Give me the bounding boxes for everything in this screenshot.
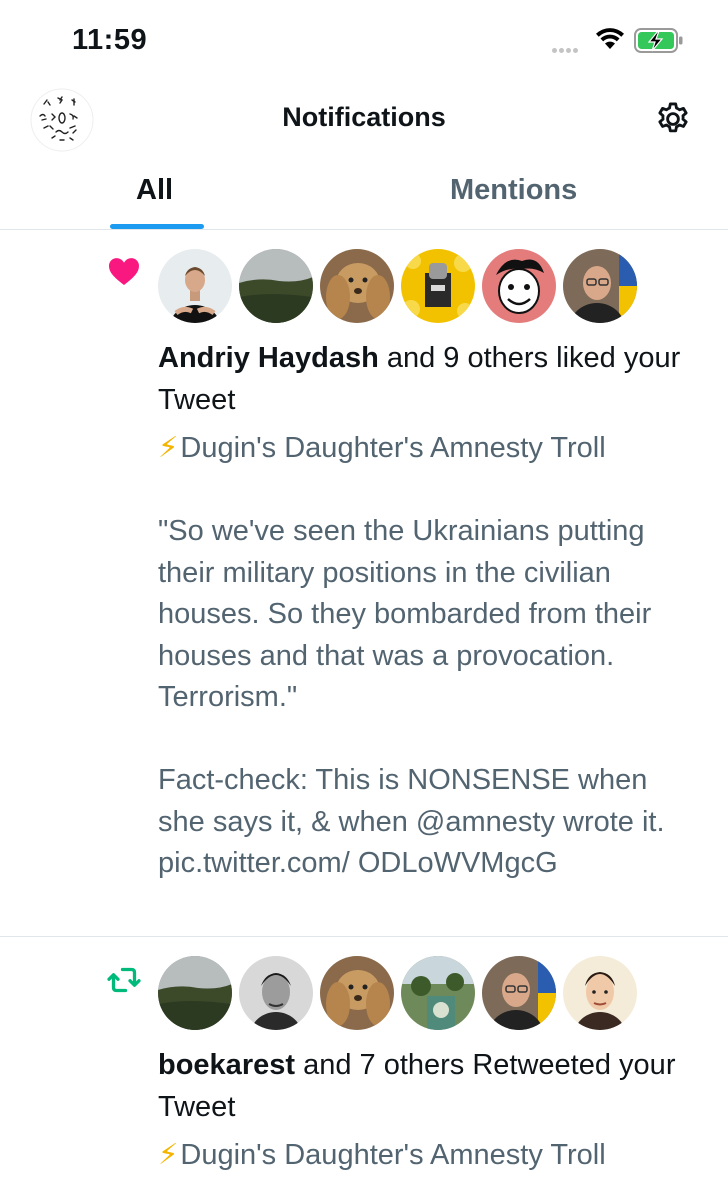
- tab-mentions[interactable]: Mentions: [450, 174, 577, 207]
- avatar[interactable]: [401, 249, 475, 323]
- page-title: Notifications: [282, 102, 446, 132]
- avatar[interactable]: [320, 956, 394, 1030]
- avatar[interactable]: [563, 249, 637, 323]
- tweet-title-text: Dugin's Daughter's Amnesty Troll: [180, 432, 606, 464]
- gear-icon[interactable]: [654, 100, 692, 138]
- actor-name[interactable]: boekarest: [158, 1049, 295, 1081]
- notification-item-retweet[interactable]: boekarest and 7 others Retweeted your Tw…: [0, 938, 728, 1200]
- tweet-title[interactable]: ⚡Dugin's Daughter's Amnesty Troll: [158, 427, 698, 469]
- avatar[interactable]: [401, 956, 475, 1030]
- heart-icon: [109, 258, 139, 285]
- battery-charging-icon: [634, 28, 683, 53]
- status-time: 11:59: [72, 24, 148, 56]
- notification-item-like[interactable]: Andriy Haydash and 9 others liked your T…: [0, 231, 728, 937]
- avatar[interactable]: [482, 249, 556, 323]
- avatar[interactable]: [158, 249, 232, 323]
- tab-selected-indicator: [110, 224, 204, 229]
- actor-name[interactable]: Andriy Haydash: [158, 342, 379, 374]
- tweet-title[interactable]: ⚡Dugin's Daughter's Amnesty Troll: [158, 1134, 698, 1176]
- avatar[interactable]: [482, 956, 556, 1030]
- liker-avatars: [158, 249, 644, 325]
- retweeter-avatars: [158, 956, 644, 1032]
- tweet-paragraph: Fact-check: This is NONSENSE when she sa…: [158, 764, 665, 879]
- wifi-icon: [596, 28, 624, 49]
- status-bar: 11:59: [0, 0, 728, 80]
- tweet-paragraph: "So we've seen the Ukrainians putting th…: [158, 515, 652, 713]
- avatar[interactable]: [320, 249, 394, 323]
- avatar[interactable]: [563, 956, 637, 1030]
- avatar[interactable]: [239, 249, 313, 323]
- top-app-bar: Notifications: [0, 80, 728, 160]
- lightning-bolt-icon: ⚡: [158, 1139, 179, 1171]
- tweet-title-text: Dugin's Daughter's Amnesty Troll: [180, 1139, 606, 1171]
- lightning-bolt-icon: ⚡: [158, 432, 179, 464]
- notification-headline: Andriy Haydash and 9 others liked your T…: [158, 337, 698, 421]
- tweet-text[interactable]: "So we've seen the Ukrainians putting th…: [158, 511, 698, 885]
- tab-all[interactable]: All: [136, 174, 173, 207]
- avatar[interactable]: [158, 956, 232, 1030]
- notification-headline: boekarest and 7 others Retweeted your Tw…: [158, 1044, 698, 1128]
- avatar[interactable]: [239, 956, 313, 1030]
- cellular-signal-icon: [552, 40, 580, 58]
- notifications-tabs: All Mentions: [0, 162, 728, 230]
- retweet-icon: [107, 967, 141, 993]
